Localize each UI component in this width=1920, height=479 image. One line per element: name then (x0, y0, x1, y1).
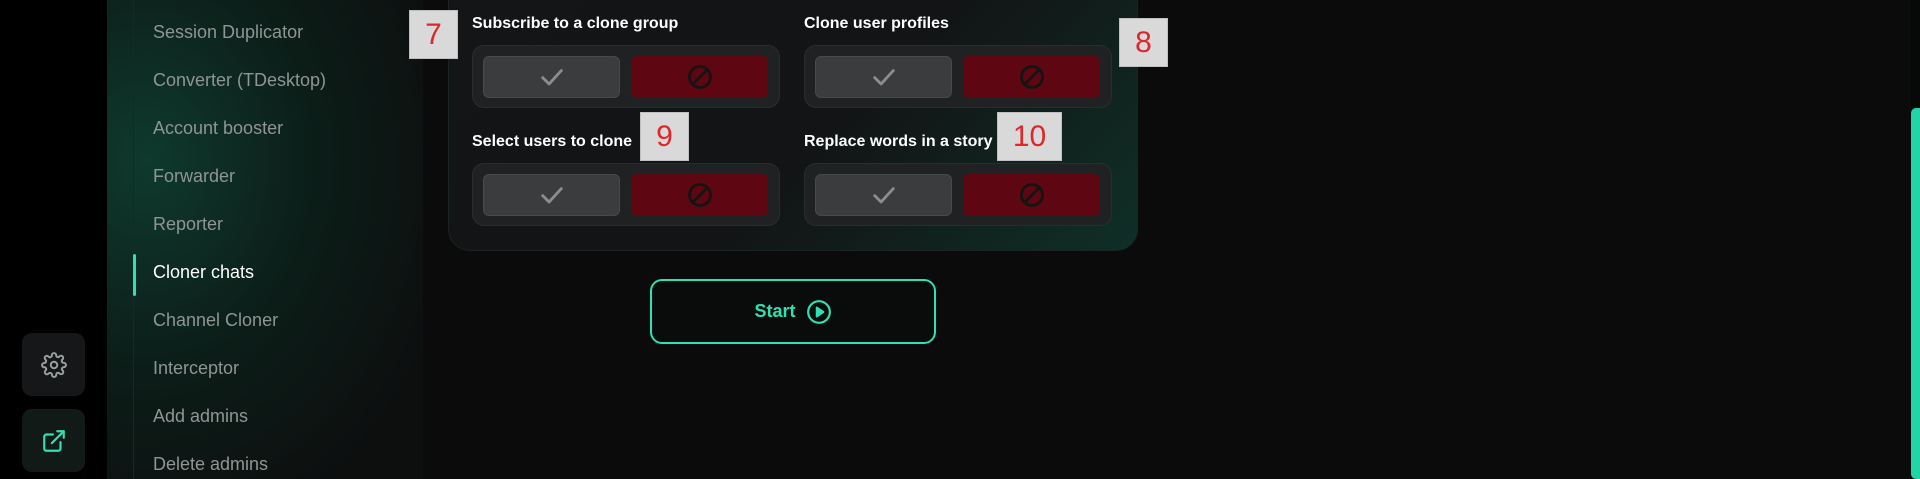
badge-10: 10 (997, 112, 1062, 161)
badge-9: 9 (640, 112, 689, 161)
toggle-no-button[interactable] (631, 56, 768, 98)
sidebar-item-cloner-chats[interactable]: Cloner chats (153, 262, 254, 283)
toggle-no-button[interactable] (963, 174, 1100, 216)
toggle-yes-button[interactable] (815, 174, 952, 216)
ban-icon (1019, 183, 1044, 207)
settings-button[interactable] (22, 333, 85, 396)
check-icon (540, 69, 563, 86)
toggle-select-users (472, 163, 780, 226)
toggle-yes-button[interactable] (815, 56, 952, 98)
open-external-button[interactable] (22, 409, 85, 472)
sidebar-divider (133, 0, 134, 479)
check-icon (872, 69, 895, 86)
ban-icon (687, 183, 712, 207)
toggle-subscribe (472, 45, 780, 108)
start-button-label: Start (754, 301, 796, 321)
scrollbar-thumb[interactable] (1911, 108, 1920, 479)
option-label-clone-profiles: Clone user profiles (804, 15, 949, 32)
sidebar-item-add-admins[interactable]: Add admins (153, 406, 248, 427)
sidebar-item-channel-cloner[interactable]: Channel Cloner (153, 310, 278, 331)
sidebar-item-delete-admins[interactable]: Delete admins (153, 454, 268, 475)
sidebar-item-converter[interactable]: Converter (TDesktop) (153, 70, 326, 91)
start-button[interactable]: Start (650, 279, 936, 344)
toggle-yes-button[interactable] (483, 174, 620, 216)
active-indicator (133, 254, 136, 296)
sidebar-item-forwarder[interactable]: Forwarder (153, 166, 235, 187)
sidebar-item-interceptor[interactable]: Interceptor (153, 358, 239, 379)
toggle-no-button[interactable] (631, 174, 768, 216)
ban-icon (1019, 65, 1044, 89)
gear-icon (40, 351, 67, 378)
ban-icon (687, 65, 712, 89)
toggle-clone-profiles (804, 45, 1112, 108)
option-label-replace-words: Replace words in a story (804, 133, 993, 150)
option-label-subscribe: Subscribe to a clone group (472, 15, 679, 32)
toggle-no-button[interactable] (963, 56, 1100, 98)
toggle-yes-button[interactable] (483, 56, 620, 98)
toggle-replace-words (804, 163, 1112, 226)
icon-rail (0, 0, 107, 479)
external-link-icon (42, 429, 65, 452)
badge-7: 7 (409, 10, 458, 59)
sidebar-item-session-duplicator[interactable]: Session Duplicator (153, 22, 303, 43)
option-label-select-users: Select users to clone (472, 133, 633, 150)
sidebar-item-account-booster[interactable]: Account booster (153, 118, 283, 139)
badge-8: 8 (1119, 18, 1168, 67)
check-icon (540, 187, 563, 204)
check-icon (872, 187, 895, 204)
sidebar-item-reporter[interactable]: Reporter (153, 214, 223, 235)
sidebar: Session Duplicator Converter (TDesktop) … (107, 0, 423, 479)
play-circle-icon (806, 299, 831, 324)
